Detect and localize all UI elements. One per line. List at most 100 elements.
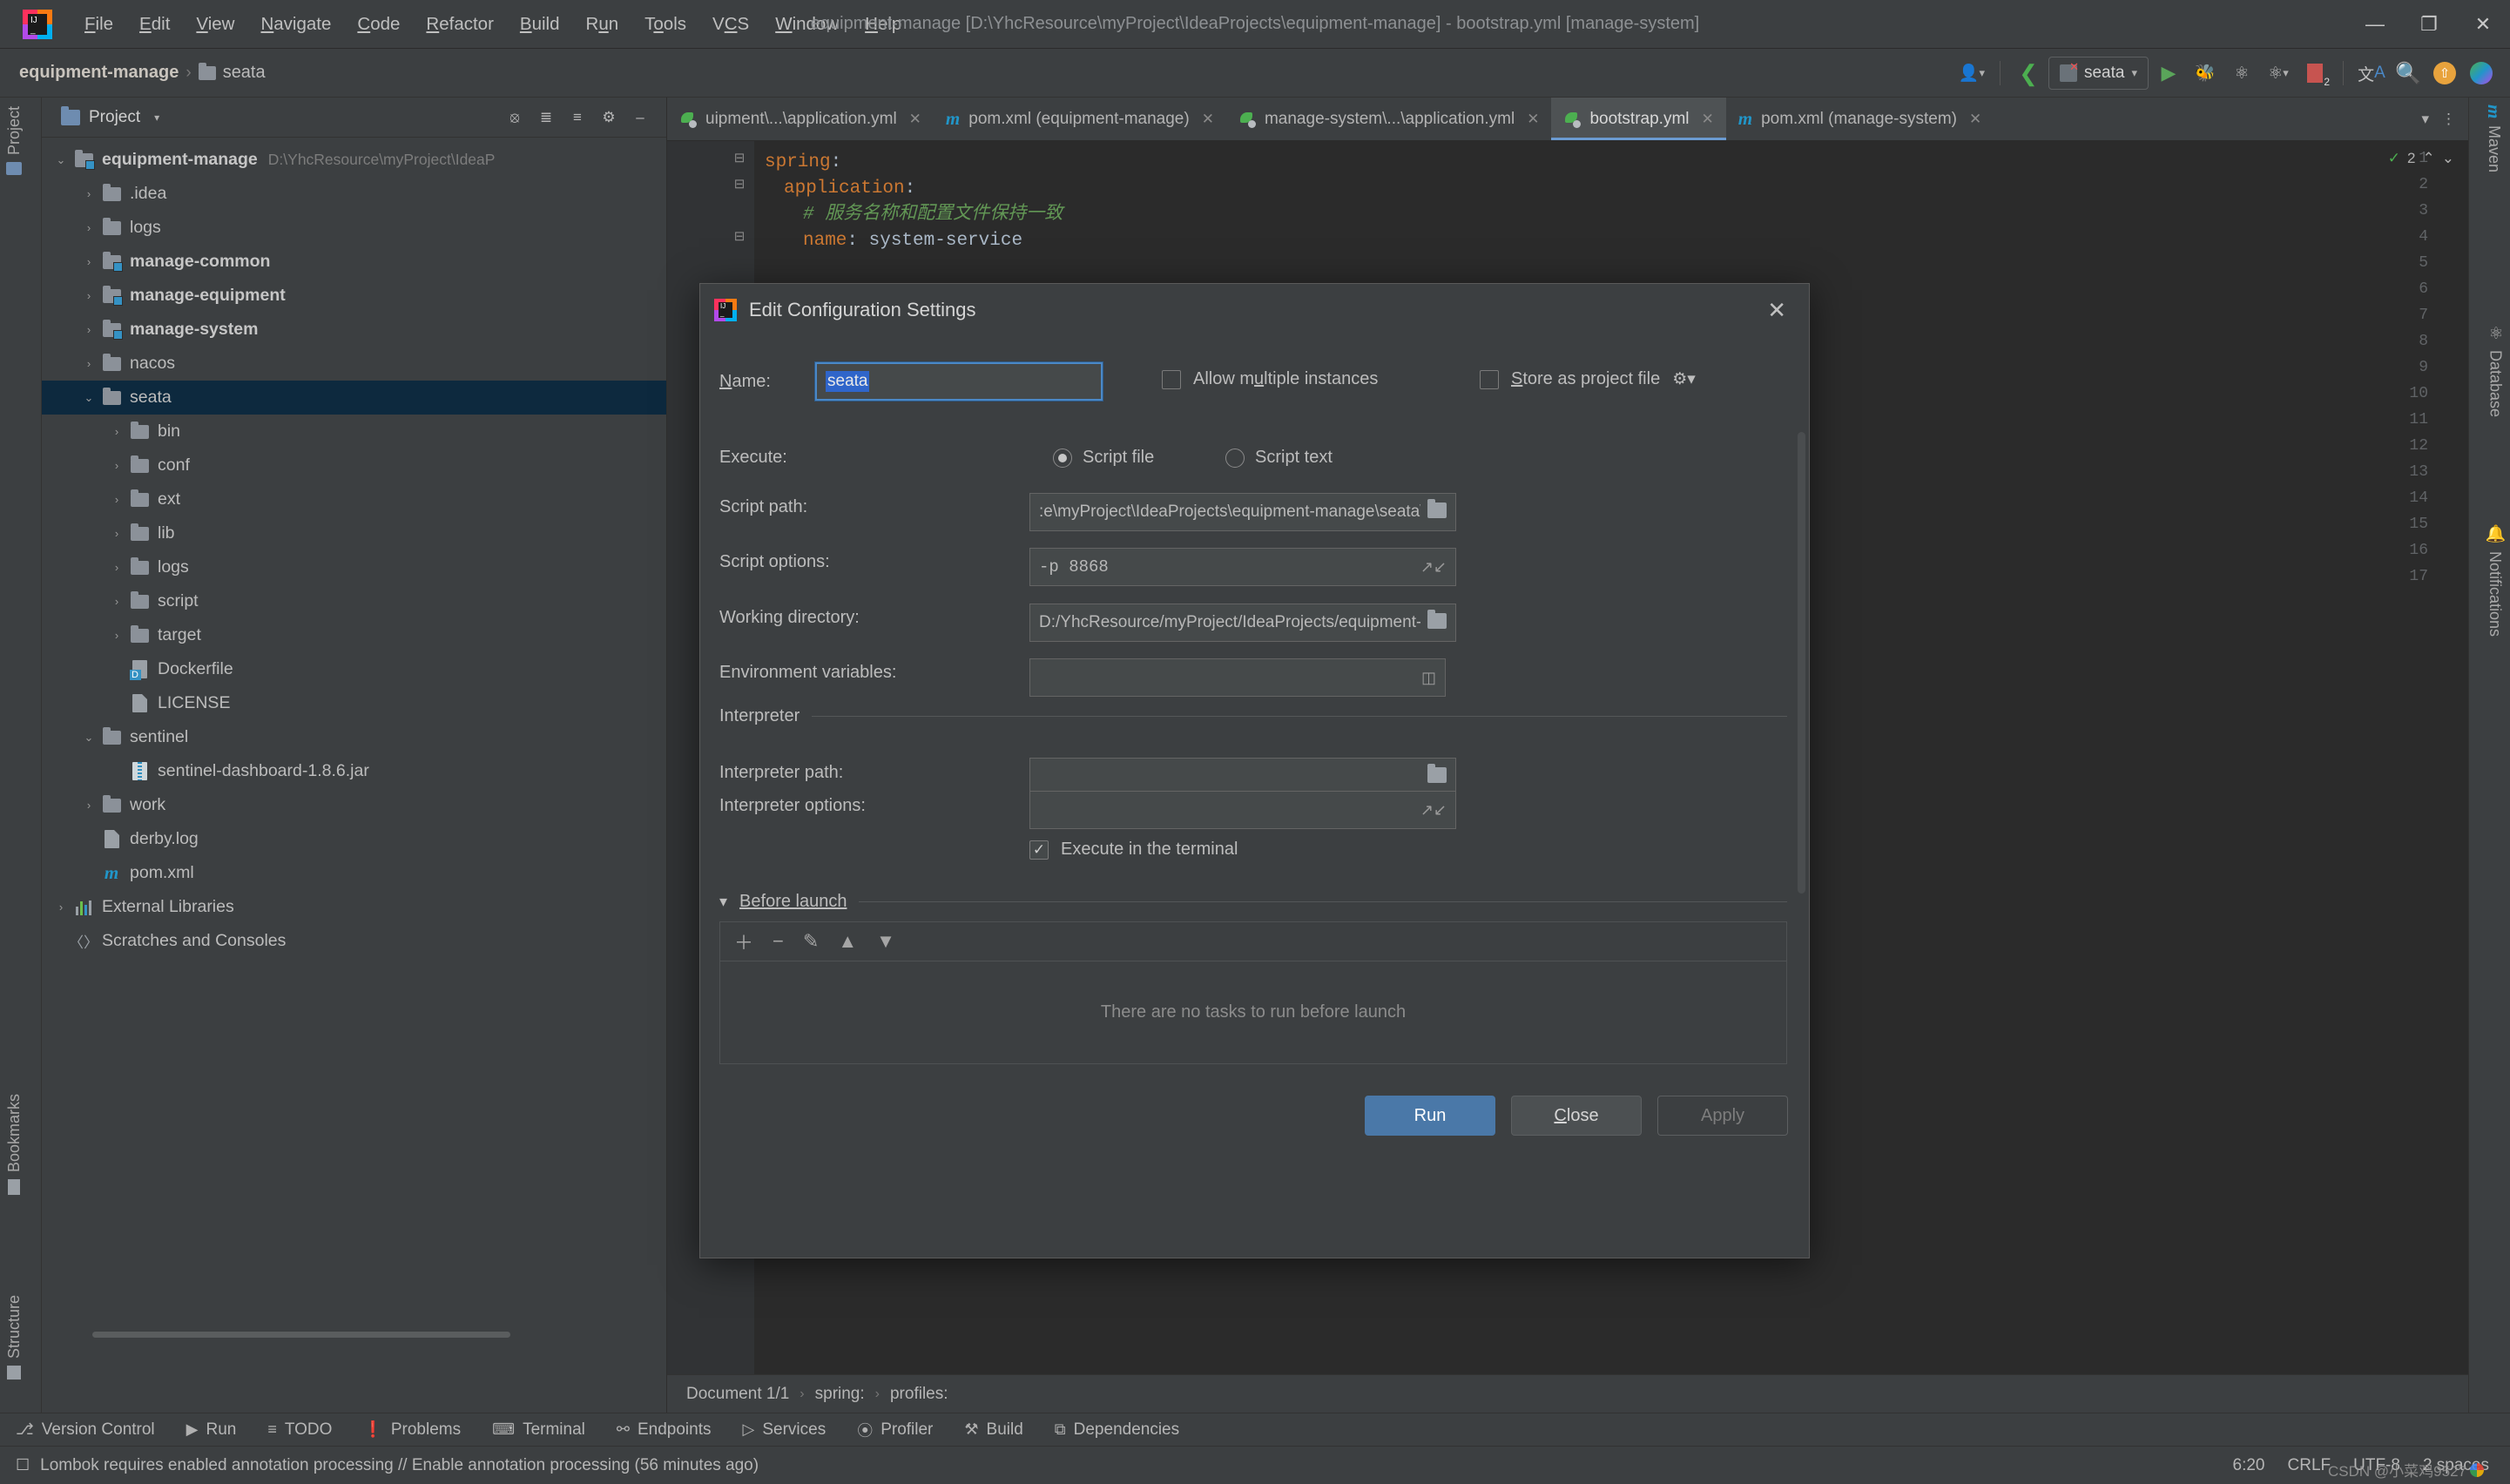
- caret-position[interactable]: 6:20: [2233, 1456, 2265, 1475]
- locate-icon[interactable]: ⦻: [504, 107, 525, 128]
- name-input[interactable]: seata: [814, 361, 1103, 401]
- execute-script-file-option[interactable]: Script file: [1053, 448, 1154, 468]
- script-options-input[interactable]: -p 8868 ↗↙: [1029, 548, 1456, 586]
- breadcrumb-project[interactable]: equipment-manage: [19, 63, 179, 83]
- editor-tab-0[interactable]: uipment\...\application.yml ✕: [667, 98, 934, 140]
- chevron-right-icon[interactable]: ›: [106, 527, 127, 540]
- chevron-down-icon[interactable]: ⌄: [78, 391, 99, 405]
- fold-marker-icon[interactable]: ⊟: [732, 228, 747, 244]
- expand-editor-icon[interactable]: ↗↙: [1414, 558, 1447, 577]
- execute-in-terminal-checkbox[interactable]: ✓: [1029, 840, 1049, 860]
- tool-window-terminal[interactable]: ⌨ Terminal: [476, 1420, 601, 1440]
- chevron-right-icon[interactable]: ›: [78, 221, 99, 234]
- menu-code[interactable]: Code: [344, 10, 413, 38]
- remove-task-icon[interactable]: −: [773, 930, 784, 953]
- tool-window-run[interactable]: ▶ Run: [171, 1420, 253, 1440]
- before-launch-collapse-icon[interactable]: ▾: [719, 893, 727, 911]
- editor-tab-4[interactable]: m pom.xml (manage-system) ✕: [1726, 98, 1994, 140]
- close-tab-icon[interactable]: ✕: [1969, 111, 1981, 128]
- close-tab-icon[interactable]: ✕: [1202, 111, 1214, 128]
- editor-breadcrumb-item[interactable]: spring:: [815, 1385, 865, 1404]
- menu-refactor[interactable]: Refactor: [413, 10, 506, 38]
- settings-gear-icon[interactable]: ⚙: [598, 107, 619, 128]
- env-vars-browse-icon[interactable]: ◫: [1414, 669, 1436, 687]
- browse-folder-icon[interactable]: [1420, 498, 1447, 523]
- tree-node-manage-system[interactable]: › manage-system: [42, 313, 666, 347]
- search-icon[interactable]: 🔍: [2392, 57, 2425, 90]
- menu-edit[interactable]: Edit: [126, 10, 183, 38]
- hide-icon[interactable]: –: [630, 107, 651, 128]
- rail-item-bookmarks[interactable]: Bookmarks: [5, 1094, 24, 1195]
- profiler-icon[interactable]: ⚛ ▾: [2262, 57, 2295, 90]
- move-up-icon[interactable]: ▲: [838, 930, 857, 953]
- tree-node-scratches-and-consoles[interactable]: 〈〉 Scratches and Consoles: [42, 924, 666, 958]
- tool-window-build[interactable]: ⚒ Build: [948, 1420, 1038, 1440]
- dialog-close-button[interactable]: ✕: [1758, 297, 1795, 324]
- translate-icon[interactable]: 文A: [2355, 57, 2388, 90]
- tree-node-pom-xml[interactable]: m pom.xml: [42, 856, 666, 890]
- editor-breadcrumb-item[interactable]: Document 1/1: [686, 1385, 789, 1404]
- chevron-right-icon[interactable]: ›: [51, 901, 71, 914]
- tree-node-logs[interactable]: › logs: [42, 550, 666, 584]
- inspection-widget[interactable]: ✓ 2 ⌃ ⌄: [2388, 150, 2454, 167]
- menu-view[interactable]: View: [183, 10, 247, 38]
- chevron-right-icon[interactable]: ›: [78, 289, 99, 302]
- chevron-right-icon[interactable]: ›: [106, 459, 127, 472]
- menu-help[interactable]: Help: [852, 10, 914, 38]
- tree-node-sentinel[interactable]: ⌄ sentinel: [42, 720, 666, 754]
- allow-multiple-instances-row[interactable]: Allow multiple instances: [1162, 369, 1378, 389]
- run-configuration-selector[interactable]: seata ▾: [2048, 57, 2149, 90]
- menu-vcs[interactable]: VCS: [699, 10, 762, 38]
- tree-node-logs[interactable]: › logs: [42, 211, 666, 245]
- interpreter-options-input[interactable]: ↗↙: [1029, 791, 1456, 829]
- move-down-icon[interactable]: ▼: [876, 930, 895, 953]
- apply-button[interactable]: Apply: [1657, 1096, 1788, 1136]
- gear-icon[interactable]: ⚙▾: [1672, 369, 1696, 389]
- rail-item-project[interactable]: Project: [5, 106, 24, 176]
- chevron-right-icon[interactable]: ›: [106, 425, 127, 438]
- script-text-radio[interactable]: [1225, 448, 1245, 468]
- tool-window-version-control[interactable]: ⎇ Version Control: [0, 1420, 171, 1440]
- tree-node-equipment-manage[interactable]: ⌄ equipment-manage D:\YhcResource\myProjec…: [42, 143, 666, 177]
- menu-navigate[interactable]: Navigate: [247, 10, 344, 38]
- expand-editor-icon[interactable]: ↗↙: [1414, 801, 1447, 820]
- editor-tab-3[interactable]: bootstrap.yml ✕: [1551, 98, 1727, 140]
- tree-node-conf[interactable]: › conf: [42, 449, 666, 482]
- browse-folder-icon[interactable]: [1420, 763, 1447, 787]
- tool-window-todo[interactable]: ≡ TODO: [252, 1420, 347, 1440]
- chevron-right-icon[interactable]: ›: [78, 187, 99, 200]
- fold-marker-icon[interactable]: ⊟: [732, 150, 747, 165]
- chevron-right-icon[interactable]: ›: [78, 799, 99, 812]
- tree-node-external-libraries[interactable]: › External Libraries: [42, 890, 666, 924]
- tree-node-sentinel-dashboard-1-8-6-jar[interactable]: sentinel-dashboard-1.8.6.jar: [42, 754, 666, 788]
- add-task-icon[interactable]: ＋: [734, 928, 753, 955]
- before-launch-task-list[interactable]: There are no tasks to run before launch: [719, 961, 1787, 1064]
- run-icon[interactable]: ▶: [2152, 57, 2185, 90]
- editor-breadcrumb-item[interactable]: profiles:: [890, 1385, 948, 1404]
- menu-tools[interactable]: Tools: [631, 10, 699, 38]
- chevron-down-icon[interactable]: ⌄: [51, 153, 71, 167]
- tree-node-license[interactable]: LICENSE: [42, 686, 666, 720]
- status-message[interactable]: ☐ Lombok requires enabled annotation pro…: [16, 1456, 759, 1475]
- working-directory-input[interactable]: D:/YhcResource/myProject/IdeaProjects/eq…: [1029, 604, 1456, 642]
- close-tab-icon[interactable]: ✕: [909, 111, 921, 128]
- close-tab-icon[interactable]: ✕: [1702, 111, 1714, 128]
- tree-node-manage-common[interactable]: › manage-common: [42, 245, 666, 279]
- minimize-button[interactable]: —: [2348, 0, 2402, 49]
- execute-script-text-option[interactable]: Script text: [1225, 448, 1333, 468]
- chevron-right-icon[interactable]: ›: [106, 629, 127, 642]
- project-horizontal-scrollbar[interactable]: [92, 1329, 693, 1339]
- breadcrumb-seata[interactable]: seata: [198, 62, 266, 83]
- tree-node-idea[interactable]: › .idea: [42, 177, 666, 211]
- chevron-right-icon[interactable]: ›: [106, 595, 127, 608]
- inspection-prev-icon[interactable]: ⌃: [2423, 150, 2435, 167]
- execute-in-terminal-row[interactable]: ✓ Execute in the terminal: [1029, 840, 1238, 860]
- build-hammer-icon[interactable]: ❮: [2012, 57, 2045, 90]
- tree-node-lib[interactable]: › lib: [42, 516, 666, 550]
- rail-item-maven[interactable]: m Maven: [2483, 105, 2505, 172]
- tabs-overflow-icon[interactable]: ▾: [2421, 111, 2429, 128]
- tool-window-dependencies[interactable]: ⧉ Dependencies: [1039, 1420, 1195, 1440]
- tool-window-services[interactable]: ▷ Services: [727, 1420, 842, 1440]
- user-icon[interactable]: 👤 ▾: [1955, 57, 1988, 90]
- script-path-input[interactable]: :e\myProject\IdeaProjects\equipment-mana…: [1029, 493, 1456, 531]
